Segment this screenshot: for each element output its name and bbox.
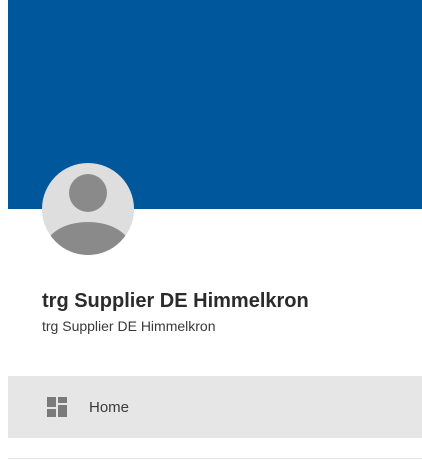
divider bbox=[8, 458, 422, 459]
avatar bbox=[42, 163, 134, 255]
dashboard-icon bbox=[47, 397, 67, 417]
user-silhouette-icon bbox=[46, 174, 130, 255]
profile-name: trg Supplier DE Himmelkron bbox=[42, 290, 309, 312]
nav-item-home[interactable]: Home bbox=[8, 376, 422, 438]
nav-item-home-label: Home bbox=[89, 398, 130, 416]
profile-subtitle: trg Supplier DE Himmelkron bbox=[42, 318, 216, 334]
